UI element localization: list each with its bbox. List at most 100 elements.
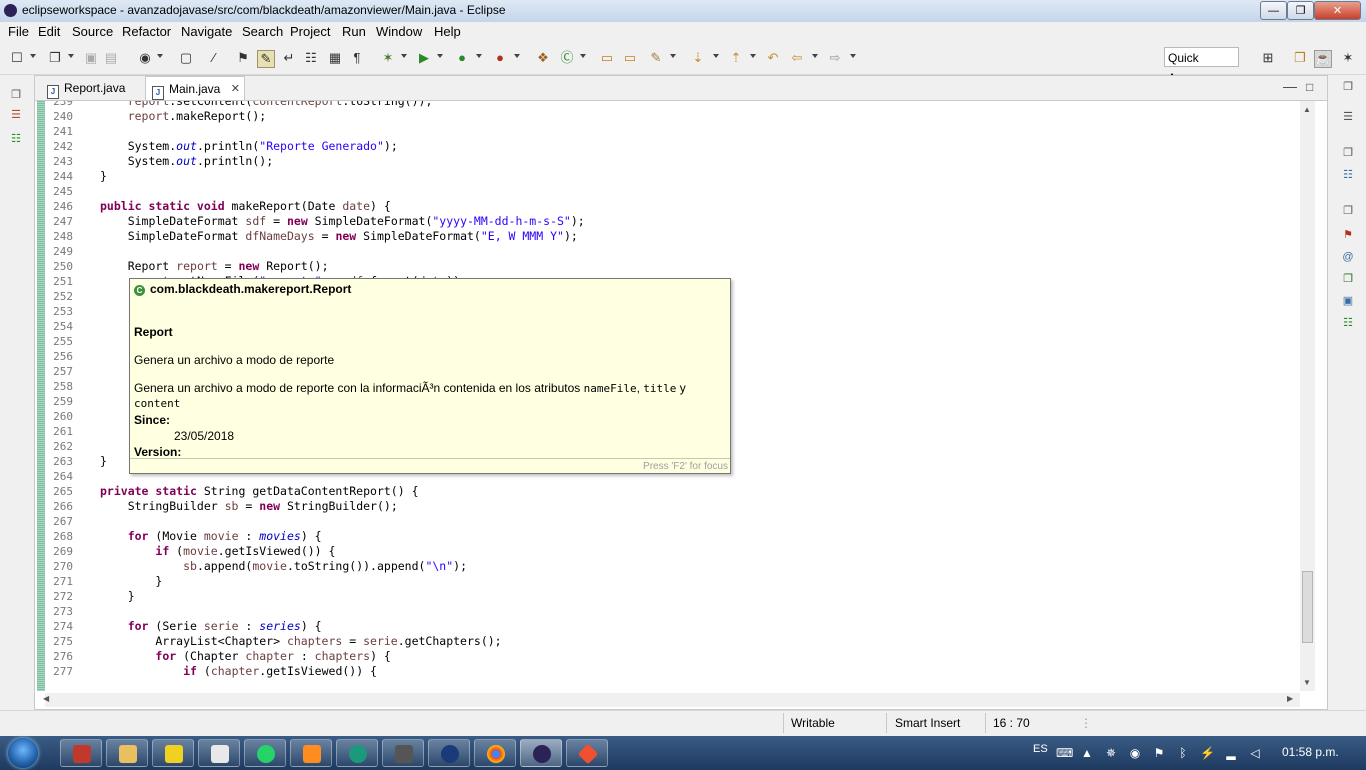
progress-icon[interactable]: ☷ (1340, 315, 1356, 331)
menu-refactor[interactable]: Refactor (122, 24, 171, 39)
menu-file[interactable]: File (8, 24, 29, 39)
javadoc-icon[interactable]: @ (1340, 249, 1356, 265)
menu-edit[interactable]: Edit (38, 24, 60, 39)
external-run-dropdown-icon[interactable] (514, 54, 520, 58)
menu-project[interactable]: Project (290, 24, 330, 39)
new-class-icon[interactable]: Ⓒ (559, 50, 575, 66)
restore-icon[interactable]: ❐ (1340, 145, 1356, 161)
task-list-icon[interactable]: ☰ (1340, 109, 1356, 125)
bluetooth-icon[interactable]: ᛒ (1176, 746, 1190, 760)
javadoc-hover[interactable]: Ccom.blackdeath.makereport.Report Report… (129, 278, 731, 474)
menu-help[interactable]: Help (434, 24, 461, 39)
power-icon[interactable]: ⚡ (1200, 746, 1215, 760)
link-icon[interactable]: ∕ (206, 50, 222, 66)
word-wrap-icon[interactable]: ↵ (281, 50, 297, 66)
minimize-editor-icon[interactable]: — (1283, 78, 1297, 94)
java-perspective-icon[interactable]: ☕ (1314, 50, 1332, 68)
scroll-up-icon[interactable]: ▲ (1303, 105, 1311, 114)
console-icon[interactable]: ▢ (178, 50, 194, 66)
language-indicator[interactable]: ES (1033, 743, 1048, 755)
scroll-left-icon[interactable]: ◀ (43, 694, 49, 703)
declaration-icon[interactable]: ❐ (1340, 271, 1356, 287)
scroll-right-icon[interactable]: ▶ (1287, 694, 1293, 703)
tab-main-java[interactable]: J Main.java ✕ (145, 76, 245, 100)
forward-dropdown-icon[interactable] (850, 54, 856, 58)
outline-icon[interactable]: ☷ (1340, 167, 1356, 183)
open-folder-icon[interactable]: ▭ (622, 50, 638, 66)
last-edit-icon[interactable]: ↶ (765, 50, 781, 66)
taskbar-app-filezilla[interactable] (382, 739, 424, 767)
type-hierarchy-icon[interactable]: ☷ (8, 131, 24, 147)
run-icon[interactable]: ▶ (416, 50, 432, 66)
debug-dropdown-icon[interactable] (401, 54, 407, 58)
close-tab-icon[interactable]: ✕ (231, 77, 240, 101)
show-whitespace-icon[interactable]: ¶ (349, 50, 365, 66)
taskbar-app-explorer[interactable] (106, 739, 148, 767)
tab-report-java[interactable]: J Report.java (41, 76, 145, 100)
taskbar-app-chrome[interactable] (474, 739, 516, 767)
menu-navigate[interactable]: Navigate (181, 24, 232, 39)
prev-annotation-dropdown-icon[interactable] (750, 54, 756, 58)
debug-perspective-switch-icon[interactable]: ✶ (1340, 50, 1356, 66)
pin-icon[interactable]: ⚑ (235, 50, 251, 66)
scrollbar-thumb[interactable] (1302, 571, 1313, 643)
run-dropdown-icon[interactable] (437, 54, 443, 58)
back-icon[interactable]: ⇦ (789, 50, 805, 66)
taskbar-app-gitkraken[interactable] (336, 739, 378, 767)
save-all-icon[interactable]: ▤ (103, 50, 119, 66)
volume-icon[interactable]: ◁ (1248, 746, 1262, 760)
debug-perspective-icon[interactable]: ◉ (137, 50, 153, 66)
menu-source[interactable]: Source (72, 24, 113, 39)
new-dropdown-icon[interactable] (30, 54, 36, 58)
restore-icon[interactable]: ❐ (1340, 79, 1356, 95)
taskbar-app-eclipse[interactable] (520, 739, 562, 767)
scroll-down-icon[interactable]: ▼ (1303, 678, 1311, 687)
search-dropdown-icon[interactable] (670, 54, 676, 58)
whitespace-icon[interactable]: ▦ (327, 50, 343, 66)
next-annotation-dropdown-icon[interactable] (713, 54, 719, 58)
close-window-button[interactable]: ✕ (1314, 1, 1361, 20)
taskbar-app-whatsapp[interactable] (244, 739, 286, 767)
tray-chevron-icon[interactable]: ▲ (1080, 746, 1094, 760)
restore-icon[interactable]: ❐ (8, 87, 24, 103)
debug-perspective-dropdown-icon[interactable] (157, 54, 163, 58)
next-annotation-icon[interactable]: ⇣ (690, 50, 706, 66)
menu-run[interactable]: Run (342, 24, 366, 39)
problems-icon[interactable]: ⚑ (1340, 227, 1356, 243)
settings-tray-icon[interactable]: ✵ (1104, 746, 1118, 760)
restore-icon[interactable]: ❐ (1340, 203, 1356, 219)
taskbar-app-word[interactable] (198, 739, 240, 767)
open-icon[interactable]: ❐ (47, 50, 63, 66)
prev-annotation-icon[interactable]: ⇡ (728, 50, 744, 66)
network-signal-icon[interactable]: ▂ (1224, 746, 1238, 760)
coverage-dropdown-icon[interactable] (476, 54, 482, 58)
new-icon[interactable]: ☐ (9, 50, 25, 66)
minimize-button[interactable]: — (1260, 1, 1287, 20)
open-type-icon[interactable]: ▭ (599, 50, 615, 66)
open-perspective-icon[interactable]: ⊞ (1260, 50, 1276, 66)
taskbar-app-sublime[interactable] (290, 739, 332, 767)
keyboard-icon[interactable]: ⌨ (1056, 746, 1073, 760)
menu-search[interactable]: Search (242, 24, 283, 39)
menu-window[interactable]: Window (376, 24, 422, 39)
console-icon[interactable]: ▣ (1340, 293, 1356, 309)
quick-access-input[interactable]: Quick Access (1164, 47, 1239, 85)
save-icon[interactable]: ▣ (83, 50, 99, 66)
taskbar-app-vpn[interactable] (428, 739, 470, 767)
forward-icon[interactable]: ⇨ (827, 50, 843, 66)
maximize-editor-icon[interactable]: □ (1306, 80, 1313, 94)
maximize-button[interactable]: ❐ (1287, 1, 1314, 20)
block-select-icon[interactable]: ☷ (303, 50, 319, 66)
java-ee-perspective-icon[interactable]: ❐ (1292, 50, 1308, 66)
taskbar-app-media-player[interactable] (152, 739, 194, 767)
search-icon[interactable]: ✎ (648, 50, 664, 66)
clock[interactable]: 01:58 p.m. (1282, 745, 1339, 759)
start-button[interactable] (4, 736, 46, 770)
action-center-flag-icon[interactable]: ⚑ (1152, 746, 1166, 760)
horizontal-scrollbar[interactable]: ◀ ▶ (43, 693, 1300, 707)
steam-icon[interactable]: ◉ (1128, 746, 1142, 760)
back-dropdown-icon[interactable] (812, 54, 818, 58)
taskbar-app-git[interactable] (566, 739, 608, 767)
vertical-scrollbar[interactable]: ▲ ▼ (1300, 101, 1315, 691)
coverage-icon[interactable]: ● (454, 50, 470, 66)
